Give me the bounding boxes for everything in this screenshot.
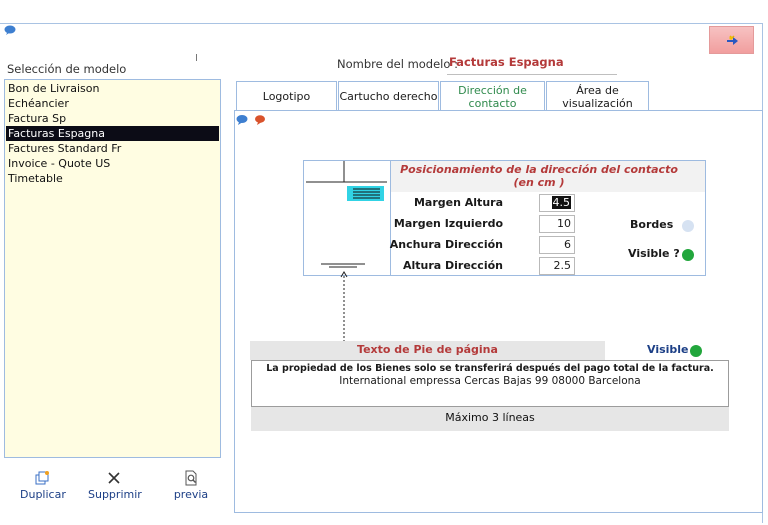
model-list-item[interactable]: Factures Standard Fr bbox=[6, 141, 219, 156]
anchura-direccion-input[interactable]: 6 bbox=[539, 236, 575, 254]
delete-button[interactable]: Supprimir bbox=[88, 470, 142, 501]
model-name-label: Nombre del modelo : bbox=[337, 57, 458, 71]
margen-altura-input[interactable]: 4.5 bbox=[539, 194, 575, 212]
margen-altura-label: Margen Altura bbox=[413, 196, 503, 209]
delete-icon bbox=[108, 472, 120, 484]
tab-logotipo[interactable]: Logotipo bbox=[236, 81, 337, 111]
preview-button[interactable]: previa bbox=[172, 470, 210, 501]
duplicate-icon bbox=[35, 471, 49, 485]
model-name-value[interactable]: Facturas Espagna bbox=[449, 55, 564, 69]
model-selection-label: Selección de modelo bbox=[7, 62, 127, 76]
bordes-label: Bordes bbox=[630, 218, 674, 231]
preview-label: previa bbox=[173, 488, 209, 501]
bordes-toggle[interactable] bbox=[682, 220, 694, 232]
preview-icon bbox=[185, 470, 197, 486]
model-list[interactable]: Bon de Livraison Echéancier Factura Sp Fact… bbox=[4, 79, 221, 458]
margen-izquierdo-label: Margen Izquierdo bbox=[393, 217, 503, 230]
tab-label: Área de visualización bbox=[562, 83, 633, 110]
model-list-item[interactable]: Facturas Espagna bbox=[6, 126, 219, 141]
tab-label: Dirección de contacto bbox=[458, 83, 527, 110]
model-list-item[interactable]: Factura Sp bbox=[6, 111, 219, 126]
window-top-border bbox=[0, 23, 762, 24]
footer-line-1: La propiedad de los Bienes solo se trans… bbox=[266, 363, 714, 374]
model-name-underline bbox=[447, 74, 617, 75]
visible-toggle[interactable] bbox=[682, 249, 694, 261]
tab-label: Logotipo bbox=[262, 90, 311, 103]
visible-label: Visible ? bbox=[628, 247, 680, 260]
margen-izquierdo-input[interactable]: 10 bbox=[539, 215, 575, 233]
footer-visible-toggle[interactable] bbox=[690, 345, 702, 357]
model-list-item[interactable]: Invoice - Quote US bbox=[6, 156, 219, 171]
position-title: Posicionamiento de la dirección del cont… bbox=[400, 163, 678, 189]
max-lines-text: Máximo 3 líneas bbox=[445, 411, 535, 424]
margen-altura-value: 4.5 bbox=[551, 196, 571, 209]
footer-visible-label: Visible bbox=[647, 343, 689, 356]
footer-title: Texto de Pie de página bbox=[357, 343, 498, 356]
comment-icons[interactable] bbox=[236, 114, 266, 126]
model-list-item[interactable]: Bon de Livraison bbox=[6, 81, 219, 96]
tab-area-visualizacion[interactable]: Área de visualización bbox=[546, 81, 649, 111]
chat-icon[interactable] bbox=[4, 25, 16, 35]
tab-cartucho-derecho[interactable]: Cartucho derecho bbox=[338, 81, 439, 111]
delete-label: Supprimir bbox=[88, 488, 142, 501]
tab-label: Cartucho derecho bbox=[339, 90, 438, 103]
model-list-item[interactable]: Echéancier bbox=[6, 96, 219, 111]
duplicate-label: Duplicar bbox=[20, 488, 66, 501]
separator-tick bbox=[196, 54, 197, 61]
anchura-direccion-label: Anchura Dirección bbox=[389, 238, 503, 251]
exit-button[interactable] bbox=[709, 26, 754, 54]
model-list-item[interactable]: Timetable bbox=[6, 171, 219, 186]
tab-direccion-contacto[interactable]: Dirección de contacto bbox=[440, 81, 545, 111]
footer-line-2: International empressa Cercas Bajas 99 0… bbox=[339, 375, 641, 387]
address-layout-diagram bbox=[306, 161, 387, 343]
duplicate-button[interactable]: Duplicar bbox=[20, 470, 66, 501]
exit-icon bbox=[727, 35, 738, 45]
altura-direccion-input[interactable]: 2.5 bbox=[539, 257, 575, 275]
altura-direccion-label: Altura Dirección bbox=[402, 259, 503, 272]
